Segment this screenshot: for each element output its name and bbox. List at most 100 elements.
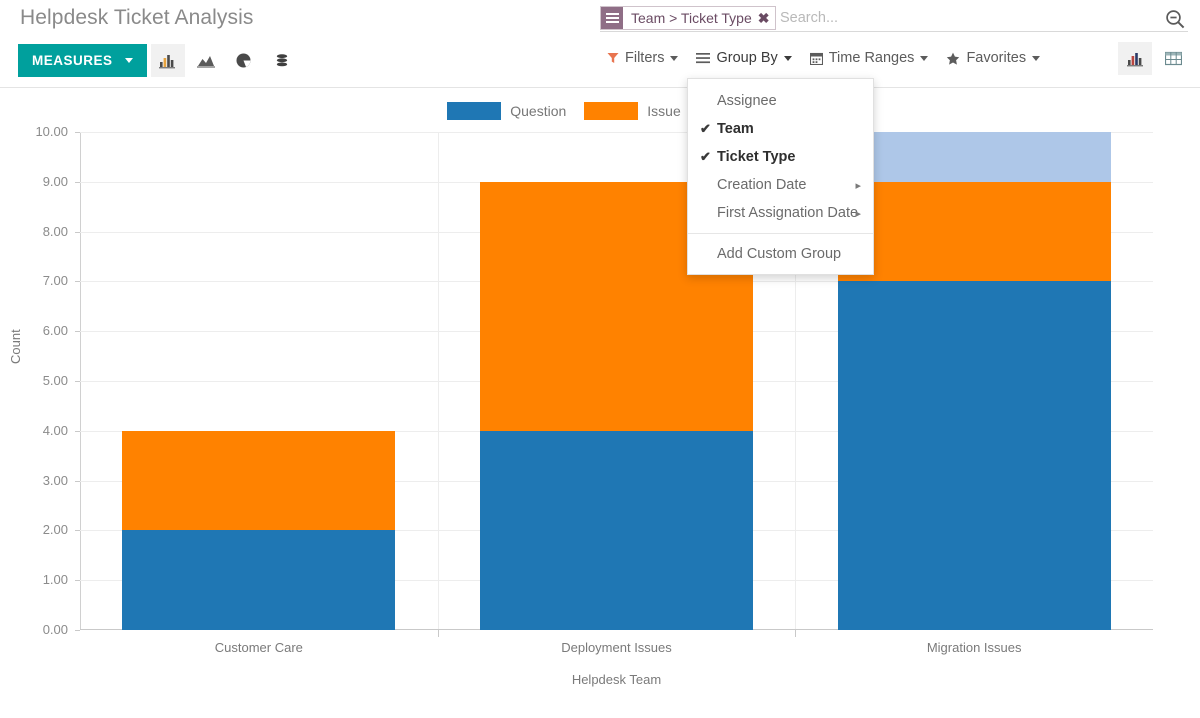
chart-legend: Question Issue (0, 102, 1200, 120)
menu-divider (688, 233, 873, 234)
y-tick-label: 9.00 (0, 174, 68, 189)
calendar-icon (810, 52, 823, 65)
bar-segment[interactable] (122, 530, 395, 630)
group-by-item-label: First Assignation Date (717, 205, 858, 221)
y-tick-mark (75, 481, 80, 482)
add-custom-group-item[interactable]: Add Custom Group (688, 240, 873, 268)
time-ranges-menu[interactable]: Time Ranges (801, 48, 938, 68)
magnifier-glyph (1164, 8, 1186, 30)
bar-segment[interactable] (122, 431, 395, 531)
group-by-item[interactable]: ✔Ticket Type (688, 143, 873, 171)
x-tick-mark (438, 630, 439, 637)
favorites-menu[interactable]: Favorites (937, 48, 1049, 68)
chevron-right-icon: ▸ (855, 179, 861, 192)
table-grid-icon (1165, 51, 1182, 66)
measures-toolbar: MEASURES (18, 44, 299, 77)
y-tick-label: 7.00 (0, 273, 68, 288)
group-by-icon (696, 52, 710, 64)
chart-area: QuestionIssue Count Helpdesk Team 0.001.… (0, 88, 1200, 687)
y-tick-mark (75, 331, 80, 332)
y-tick-label: 4.00 (0, 423, 68, 438)
y-tick-mark (75, 630, 80, 631)
x-axis-title: Helpdesk Team (80, 672, 1153, 687)
control-bar: Filters Group By Time Ranges (598, 48, 1049, 68)
search-icon[interactable] (1164, 8, 1186, 35)
list-view-button[interactable] (1156, 42, 1190, 75)
database-stack-glyph (274, 53, 290, 69)
y-tick-label: 10.00 (0, 124, 68, 139)
search-input[interactable] (778, 6, 1158, 30)
check-icon: ✔ (700, 149, 713, 165)
group-by-menu-button[interactable]: Group By (687, 48, 800, 68)
filters-label: Filters (625, 50, 664, 66)
group-by-item[interactable]: ✔Team (688, 115, 873, 143)
chevron-down-icon (784, 56, 792, 61)
group-by-item-label: Assignee (717, 93, 777, 109)
chevron-down-icon (670, 56, 678, 61)
facet-remove-icon[interactable]: ✖ (758, 7, 776, 29)
star-icon (946, 52, 960, 65)
legend-label: Issue (647, 103, 680, 119)
filter-icon (607, 52, 619, 64)
legend-swatch (584, 102, 638, 120)
legend-label: Question (510, 103, 566, 119)
group-by-item[interactable]: Creation Date▸ (688, 171, 873, 199)
bar-chart-icon (1127, 51, 1144, 67)
measures-label: MEASURES (32, 53, 113, 68)
y-tick-label: 0.00 (0, 622, 68, 637)
y-tick-mark (75, 232, 80, 233)
y-tick-mark (75, 580, 80, 581)
bar-chart-glyph (159, 53, 176, 69)
graph-view-button[interactable] (1118, 42, 1152, 75)
add-custom-group-label: Add Custom Group (717, 246, 841, 262)
legend-swatch (447, 102, 501, 120)
view-switcher (1114, 42, 1190, 75)
y-tick-label: 5.00 (0, 373, 68, 388)
top-bar: Helpdesk Ticket Analysis MEASURES (0, 0, 1200, 88)
measures-button[interactable]: MEASURES (18, 44, 147, 77)
pie-chart-icon[interactable] (227, 44, 261, 77)
y-tick-label: 8.00 (0, 224, 68, 239)
y-tick-label: 2.00 (0, 522, 68, 537)
bar-segment[interactable] (838, 281, 1111, 630)
y-tick-label: 6.00 (0, 323, 68, 338)
x-tick-label: Migration Issues (927, 640, 1022, 655)
legend-item[interactable]: Question (447, 102, 566, 120)
favorites-label: Favorites (966, 50, 1026, 66)
bar-segment[interactable] (480, 431, 753, 630)
y-tick-label: 3.00 (0, 473, 68, 488)
y-tick-mark (75, 281, 80, 282)
y-tick-mark (75, 530, 80, 531)
chevron-down-icon (920, 56, 928, 61)
x-tick-label: Deployment Issues (561, 640, 672, 655)
group-by-item[interactable]: First Assignation Date▸ (688, 199, 873, 227)
search-area: Team > Ticket Type ✖ (600, 4, 1188, 34)
group-by-dropdown[interactable]: Assignee✔Team✔Ticket TypeCreation Date▸F… (687, 78, 874, 275)
facet-label: Team > Ticket Type (623, 7, 758, 29)
bar-segment[interactable] (838, 182, 1111, 282)
pie-chart-glyph (235, 52, 252, 69)
plot-area: Count Helpdesk Team 0.001.002.003.004.00… (80, 132, 1153, 718)
group-by-facet-icon (601, 7, 623, 29)
x-tick-label: Customer Care (215, 640, 303, 655)
time-ranges-label: Time Ranges (829, 50, 915, 66)
y-tick-mark (75, 431, 80, 432)
stack-icon[interactable] (265, 44, 299, 77)
check-icon: ✔ (700, 121, 713, 137)
y-tick-mark (75, 381, 80, 382)
bar-segment[interactable] (838, 132, 1111, 182)
group-by-label: Group By (716, 50, 777, 66)
y-tick-mark (75, 182, 80, 183)
page-title: Helpdesk Ticket Analysis (20, 6, 254, 30)
group-by-item[interactable]: Assignee (688, 87, 873, 115)
group-by-item-label: Ticket Type (717, 149, 795, 165)
x-tick-mark (795, 630, 796, 637)
y-tick-label: 1.00 (0, 572, 68, 587)
filters-menu[interactable]: Filters (598, 48, 687, 68)
legend-item[interactable]: Issue (584, 102, 680, 120)
area-chart-glyph (197, 53, 215, 69)
search-facet-team-ticket-type[interactable]: Team > Ticket Type ✖ (600, 6, 776, 30)
bar-chart-icon[interactable] (151, 44, 185, 77)
search-underline (600, 31, 1188, 32)
line-chart-icon[interactable] (189, 44, 223, 77)
